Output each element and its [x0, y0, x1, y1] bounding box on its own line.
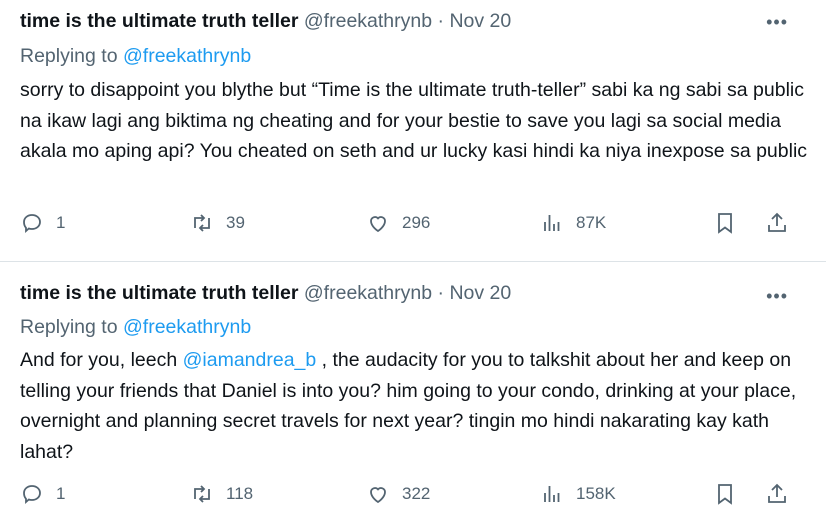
tweet-text-start: And for you, leech [20, 349, 183, 371]
tweet-text: And for you, leech @iamandrea_b , the au… [20, 345, 810, 467]
reply-icon [23, 485, 41, 505]
bookmark-icon [718, 484, 732, 505]
mention-link[interactable]: @iamandrea_b [183, 349, 317, 371]
author-name[interactable]: time is the ultimate truth teller [20, 282, 298, 304]
retweet-button[interactable]: 118 [190, 482, 253, 506]
share-button[interactable] [765, 482, 789, 506]
views-button[interactable]: 158K [540, 482, 616, 506]
share-icon [768, 483, 786, 503]
views-icon [544, 486, 560, 502]
separator-dot: · [437, 282, 445, 304]
author-handle[interactable]: @freekathrynb [304, 282, 432, 304]
more-icon[interactable]: ••• [766, 286, 788, 307]
retweet-count: 118 [226, 484, 254, 503]
tweet-actions: 1 118 322 158K [0, 482, 826, 516]
retweet-icon [194, 485, 210, 503]
like-count: 322 [402, 484, 431, 503]
replying-prefix: Replying to [20, 316, 118, 338]
heart-icon [370, 487, 386, 504]
replying-handle-link[interactable]: @freekathrynb [123, 316, 251, 338]
reply-button[interactable]: 1 [20, 482, 65, 506]
views-count: 158K [576, 484, 616, 503]
tweet[interactable]: time is the ultimate truth teller @freek… [0, 0, 826, 505]
like-button[interactable]: 322 [366, 482, 430, 506]
reply-count: 1 [56, 484, 66, 503]
tweet-header: time is the ultimate truth teller @freek… [20, 282, 511, 305]
tweet-date[interactable]: Nov 20 [449, 282, 511, 304]
bookmark-button[interactable] [713, 482, 737, 506]
replying-to: Replying to @freekathrynb [20, 316, 251, 339]
